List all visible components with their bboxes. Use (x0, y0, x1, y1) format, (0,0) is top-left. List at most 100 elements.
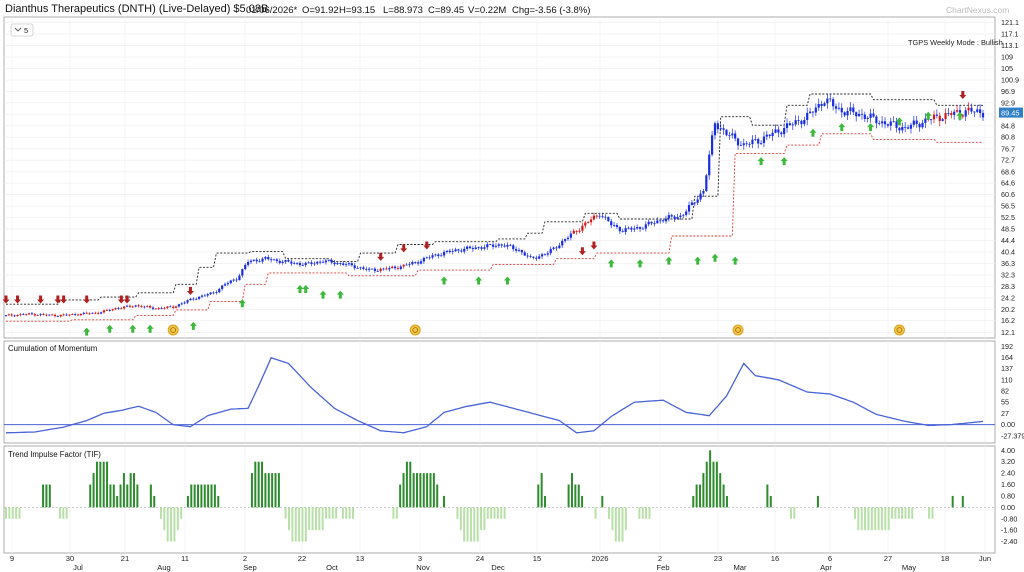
candle-body (169, 306, 172, 308)
tif-bar (638, 507, 641, 519)
candle-body (408, 264, 411, 266)
candle-body (500, 244, 503, 246)
candle-body (892, 121, 895, 123)
x-month-label: Sep (243, 563, 257, 572)
candle-body (710, 135, 714, 155)
candle-body (814, 107, 817, 113)
candle-body (324, 260, 328, 263)
x-date-label: 9 (10, 554, 14, 563)
candle-body (515, 249, 518, 251)
period-selector[interactable] (10, 23, 34, 37)
candle-body (924, 118, 927, 123)
candle-body (218, 288, 221, 293)
candle-body (428, 257, 431, 259)
candle-body (206, 294, 209, 296)
tif-bar (709, 450, 712, 508)
candle-body (154, 308, 157, 310)
candle-body (356, 267, 359, 269)
tif-bar (540, 473, 543, 508)
tif-bar (725, 495, 728, 508)
tif-ytick: -0.80 (1001, 514, 1017, 523)
candle-body (881, 121, 884, 124)
candle-body (538, 256, 541, 259)
tif-bar (695, 484, 698, 508)
candle-body (336, 263, 339, 265)
x-month-label: Dec (491, 563, 505, 572)
candle-body (719, 128, 722, 130)
price-ytick: 84.8 (1001, 121, 1015, 130)
candle-body (494, 245, 498, 247)
candle-body (192, 298, 195, 300)
tif-bar (719, 473, 722, 508)
candle-body (832, 99, 835, 107)
price-ytick: 109 (1001, 53, 1013, 62)
tif-bar (419, 473, 422, 508)
x-month-label: Jul (73, 563, 83, 572)
tif-bar (207, 484, 210, 508)
dividend-marker-icon[interactable] (167, 324, 179, 336)
candle-body (359, 267, 362, 269)
candle-body (826, 98, 829, 104)
candle-body (638, 227, 642, 229)
tif-bar (864, 507, 867, 531)
momentum-ytick: 82 (1001, 387, 1009, 396)
candle-body (771, 132, 774, 137)
candle-body (520, 249, 523, 253)
tif-bar (291, 507, 294, 542)
tif-bar (567, 484, 570, 508)
dividend-marker-icon[interactable] (409, 324, 421, 336)
tif-bar (907, 507, 910, 519)
dividend-marker-icon[interactable] (893, 324, 905, 336)
candle-body (59, 314, 62, 317)
price-ytick: 68.6 (1001, 167, 1015, 176)
candle-body (592, 215, 596, 220)
tif-bar (426, 473, 429, 508)
tif-ytick: -2.40 (1001, 537, 1017, 546)
chart-canvas[interactable]: 121.1117.1113.1109105100.996.992.988.984… (0, 0, 1024, 572)
candle-body (301, 264, 304, 266)
pane-frame-1 (3, 340, 996, 444)
candle-body (140, 306, 143, 308)
x-date-label: 15 (533, 554, 541, 563)
mode-annotation: TGPS Weekly Mode : Bullish (908, 38, 1003, 47)
price-ytick: 24.2 (1001, 293, 1015, 302)
tif-ytick: 0.80 (1001, 491, 1015, 500)
price-ytick: 64.6 (1001, 179, 1015, 188)
candle-body (362, 267, 365, 269)
candle-body (353, 265, 356, 269)
candle-body (88, 313, 91, 315)
candle-body (855, 112, 858, 117)
candle-body (759, 142, 763, 144)
candle-body (238, 275, 241, 281)
candle-body (627, 227, 630, 229)
candle-body (849, 107, 852, 111)
tif-bar (422, 473, 425, 508)
price-ytick: 117.1 (1001, 30, 1018, 39)
tif-bar (399, 484, 402, 508)
candle-body (607, 216, 610, 222)
tif-bar (483, 507, 486, 531)
tif-bar (136, 484, 139, 508)
candle-body (797, 120, 800, 121)
dividend-marker-icon[interactable] (732, 324, 744, 336)
x-month-label: Mar (733, 563, 747, 572)
tif-bar (456, 507, 459, 519)
candle-body (497, 244, 500, 246)
candle-body (391, 266, 394, 269)
candle-body (644, 224, 647, 229)
momentum-ytick: 192 (1001, 342, 1013, 351)
candle-body (748, 144, 751, 145)
candle-body (670, 215, 673, 217)
candle-body (901, 126, 904, 131)
candle-body (852, 107, 855, 113)
tif-bar (45, 484, 48, 508)
candle-body (512, 245, 515, 250)
x-date-label: 21 (121, 554, 129, 563)
tif-bar (891, 507, 894, 519)
tif-bar (11, 507, 14, 519)
candle-body (794, 120, 797, 125)
candle-body (186, 300, 189, 303)
tif-bar (109, 484, 112, 508)
x-date-label: 2 (658, 554, 662, 563)
candle-body (333, 262, 336, 265)
